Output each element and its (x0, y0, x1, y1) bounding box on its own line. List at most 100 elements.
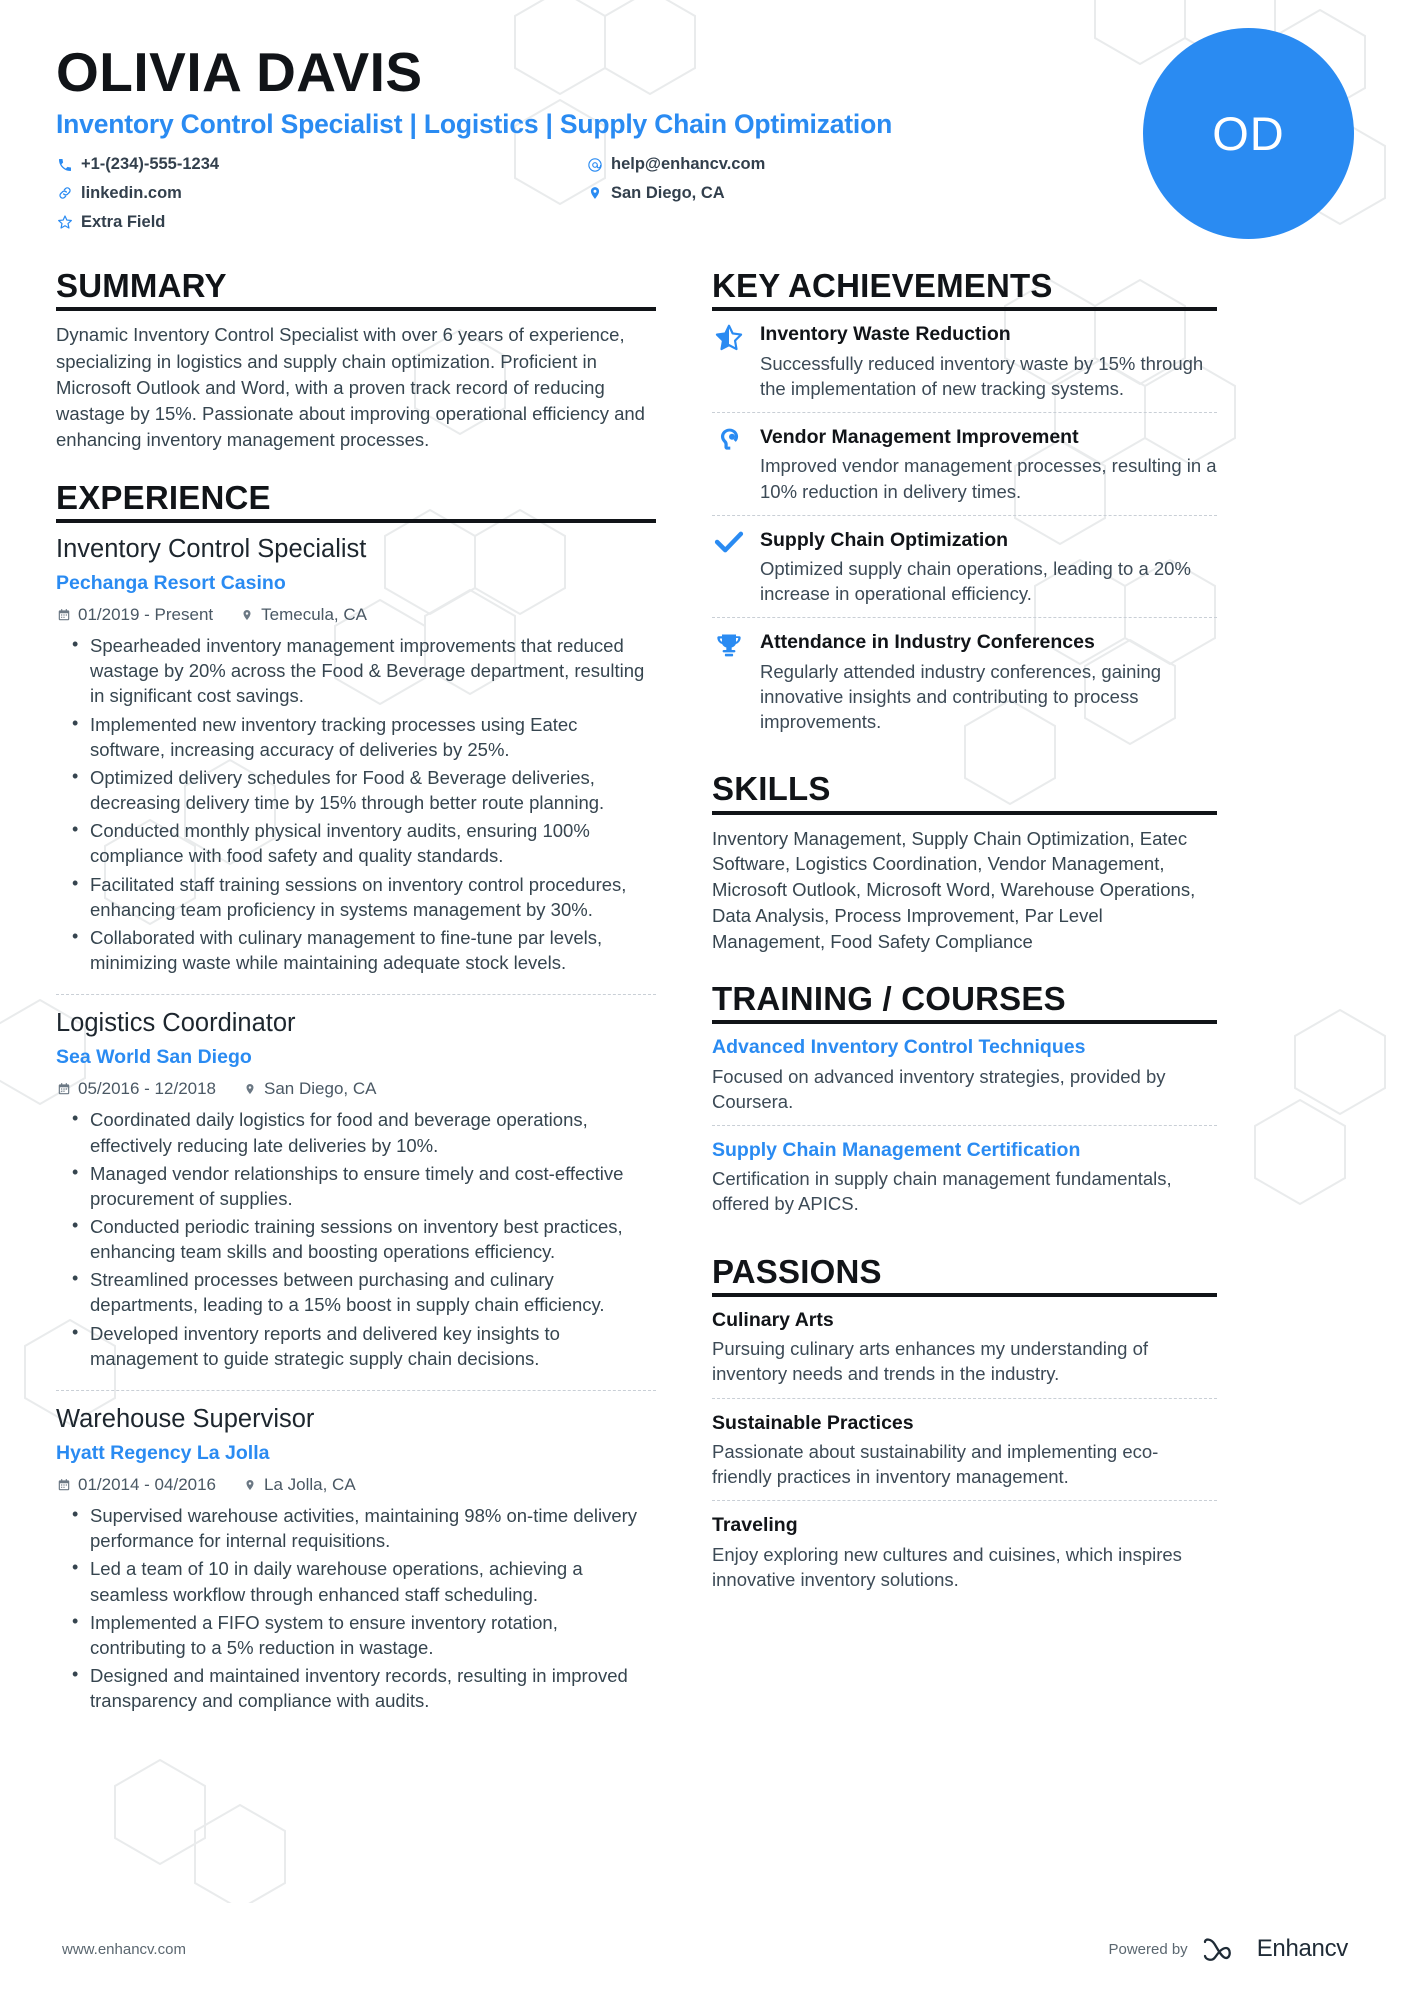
list-item: Implemented a FIFO system to ensure inve… (72, 1609, 656, 1660)
passion-desc: Enjoy exploring new cultures and cuisine… (712, 1543, 1182, 1590)
contact-phone-text: +1-(234)-555-1234 (81, 155, 220, 174)
section-summary: SUMMARY Dynamic Inventory Control Specia… (56, 267, 656, 454)
avatar-initials: OD (1212, 107, 1285, 160)
passion-desc: Passionate about sustainability and impl… (712, 1440, 1159, 1488)
job-dates-text: 05/2016 - 12/2018 (78, 1079, 217, 1099)
passion-desc: Pursuing culinary arts enhances my under… (712, 1338, 1149, 1385)
passion-item: Sustainable Practices Passionate about s… (712, 1397, 1217, 1501)
contact-extra-field-text: Extra Field (81, 212, 166, 231)
course-title[interactable]: Supply Chain Management Certification (712, 1138, 1217, 1162)
contact-phone[interactable]: +1-(234)-555-1234 (56, 152, 586, 177)
contact-extra-field[interactable]: Extra Field (56, 210, 586, 235)
location-icon (242, 1478, 257, 1493)
contact-link[interactable]: linkedin.com (56, 181, 586, 206)
passion-title: Traveling (712, 1514, 798, 1537)
section-divider (56, 307, 656, 312)
list-item: Designed and maintained inventory record… (72, 1662, 656, 1713)
summary-text: Dynamic Inventory Control Specialist wit… (56, 324, 645, 451)
section-key-achievements-title: KEY ACHIEVEMENTS (712, 267, 1053, 304)
course-desc: Certification in supply chain management… (712, 1168, 1172, 1215)
list-item: Spearheaded inventory management improve… (72, 632, 656, 708)
achievement-item: Inventory Waste Reduction Successfully r… (712, 322, 1217, 412)
job-bullets: Supervised warehouse activities, maintai… (56, 1502, 656, 1713)
list-item: Led a team of 10 in daily warehouse oper… (72, 1555, 656, 1606)
right-column: KEY ACHIEVEMENTS Inventory Waste Reducti… (712, 267, 1217, 1603)
job-bullets: Spearheaded inventory management improve… (56, 632, 656, 975)
passion-title: Sustainable Practices (712, 1411, 914, 1434)
list-item: Conducted periodic training sessions on … (72, 1213, 656, 1264)
section-divider (712, 307, 1217, 312)
list-item: Managed vendor relationships to ensure t… (72, 1160, 656, 1211)
contact-location[interactable]: San Diego, CA (586, 181, 1066, 206)
achievement-title: Vendor Management Improvement (760, 425, 1079, 448)
contact-email-text: help@enhancv.com (611, 155, 766, 174)
location-icon (242, 1082, 257, 1097)
job-role: Warehouse Supervisor (56, 1404, 315, 1433)
passion-title: Culinary Arts (712, 1308, 834, 1331)
job-company[interactable]: Pechanga Resort Casino (56, 571, 656, 596)
achievement-title: Inventory Waste Reduction (760, 323, 1011, 346)
resume-header: OLIVIA DAVIS Inventory Control Specialis… (56, 28, 1354, 254)
link-icon (56, 185, 73, 202)
email-icon (586, 156, 603, 173)
footer-branding: Powered by Enhancv (1108, 1935, 1348, 1963)
achievement-desc: Regularly attended industry conferences,… (760, 660, 1162, 733)
footer-url[interactable]: www.enhancv.com (62, 1941, 186, 1958)
calendar-icon (56, 1478, 71, 1493)
contact-email[interactable]: help@enhancv.com (586, 152, 1066, 177)
job-bullets: Coordinated daily logistics for food and… (56, 1106, 656, 1371)
list-item: Supervised warehouse activities, maintai… (72, 1502, 656, 1553)
brand-name: Enhancv (1256, 1935, 1349, 1962)
calendar-icon (56, 1082, 71, 1097)
phone-icon (56, 156, 73, 173)
achievement-desc: Successfully reduced inventory waste by … (760, 352, 1204, 399)
section-experience: EXPERIENCE Inventory Control Specialist … (56, 479, 656, 1727)
section-divider (56, 518, 656, 523)
course-item: Advanced Inventory Control Techniques Fo… (712, 1035, 1217, 1125)
achievement-item: Supply Chain Optimization Optimized supp… (712, 514, 1217, 618)
job-meta: 01/2014 - 04/2016 La Jolla, CA (56, 1475, 656, 1495)
achievement-title: Attendance in Industry Conferences (760, 631, 1095, 654)
section-key-achievements: KEY ACHIEVEMENTS Inventory Waste Reducti… (712, 267, 1217, 745)
location-icon (239, 608, 254, 623)
section-passions: PASSIONS Culinary Arts Pursuing culinary… (712, 1252, 1217, 1603)
star-outline-icon (56, 214, 73, 231)
section-divider (712, 1020, 1217, 1025)
achievement-desc: Improved vendor management processes, re… (760, 455, 1217, 502)
experience-item: Inventory Control Specialist Pechanga Re… (56, 534, 656, 988)
achievement-desc: Optimized supply chain operations, leadi… (760, 558, 1191, 605)
list-item: Developed inventory reports and delivere… (72, 1320, 656, 1371)
skills-text: Inventory Management, Supply Chain Optim… (712, 827, 1196, 953)
achievement-item: Vendor Management Improvement Improved v… (712, 411, 1217, 515)
contact-info: +1-(234)-555-1234 help@enhancv.com linke… (56, 152, 1066, 234)
job-dates-text: 01/2019 - Present (78, 605, 214, 625)
list-item: Conducted monthly physical inventory aud… (72, 817, 656, 868)
section-summary-title: SUMMARY (56, 267, 227, 304)
achievement-body: Inventory Waste Reduction Successfully r… (760, 322, 1217, 401)
contact-location-text: San Diego, CA (611, 183, 725, 202)
job-company[interactable]: Hyatt Regency La Jolla (56, 1441, 656, 1466)
section-training-title: TRAINING / COURSES (712, 979, 1066, 1017)
job-dates: 01/2019 - Present (56, 605, 213, 625)
job-dates-text: 01/2014 - 04/2016 (78, 1475, 217, 1495)
section-passions-title: PASSIONS (712, 1252, 882, 1290)
head-idea-icon (712, 425, 746, 457)
job-location: La Jolla, CA (242, 1475, 356, 1495)
section-divider (712, 1292, 1217, 1297)
course-item: Supply Chain Management Certification Ce… (712, 1124, 1217, 1228)
job-location: Temecula, CA (239, 605, 367, 625)
list-item: Facilitated staff training sessions on i… (72, 871, 656, 922)
job-location: San Diego, CA (242, 1079, 376, 1099)
section-training: TRAINING / COURSES Advanced Inventory Co… (712, 979, 1217, 1228)
star-half-icon (712, 322, 746, 354)
experience-item: Logistics Coordinator Sea World San Dieg… (56, 994, 656, 1384)
achievement-body: Supply Chain Optimization Optimized supp… (760, 528, 1217, 607)
avatar: OD (1143, 28, 1354, 239)
course-title[interactable]: Advanced Inventory Control Techniques (712, 1035, 1217, 1059)
resume-content: OLIVIA DAVIS Inventory Control Specialis… (0, 0, 1410, 1726)
section-skills: SKILLS Inventory Management, Supply Chai… (712, 770, 1217, 955)
section-skills-title: SKILLS (712, 770, 831, 808)
powered-by-label: Powered by (1108, 1940, 1188, 1958)
resume-columns: SUMMARY Dynamic Inventory Control Specia… (56, 267, 1354, 1727)
job-company[interactable]: Sea World San Diego (56, 1045, 656, 1070)
